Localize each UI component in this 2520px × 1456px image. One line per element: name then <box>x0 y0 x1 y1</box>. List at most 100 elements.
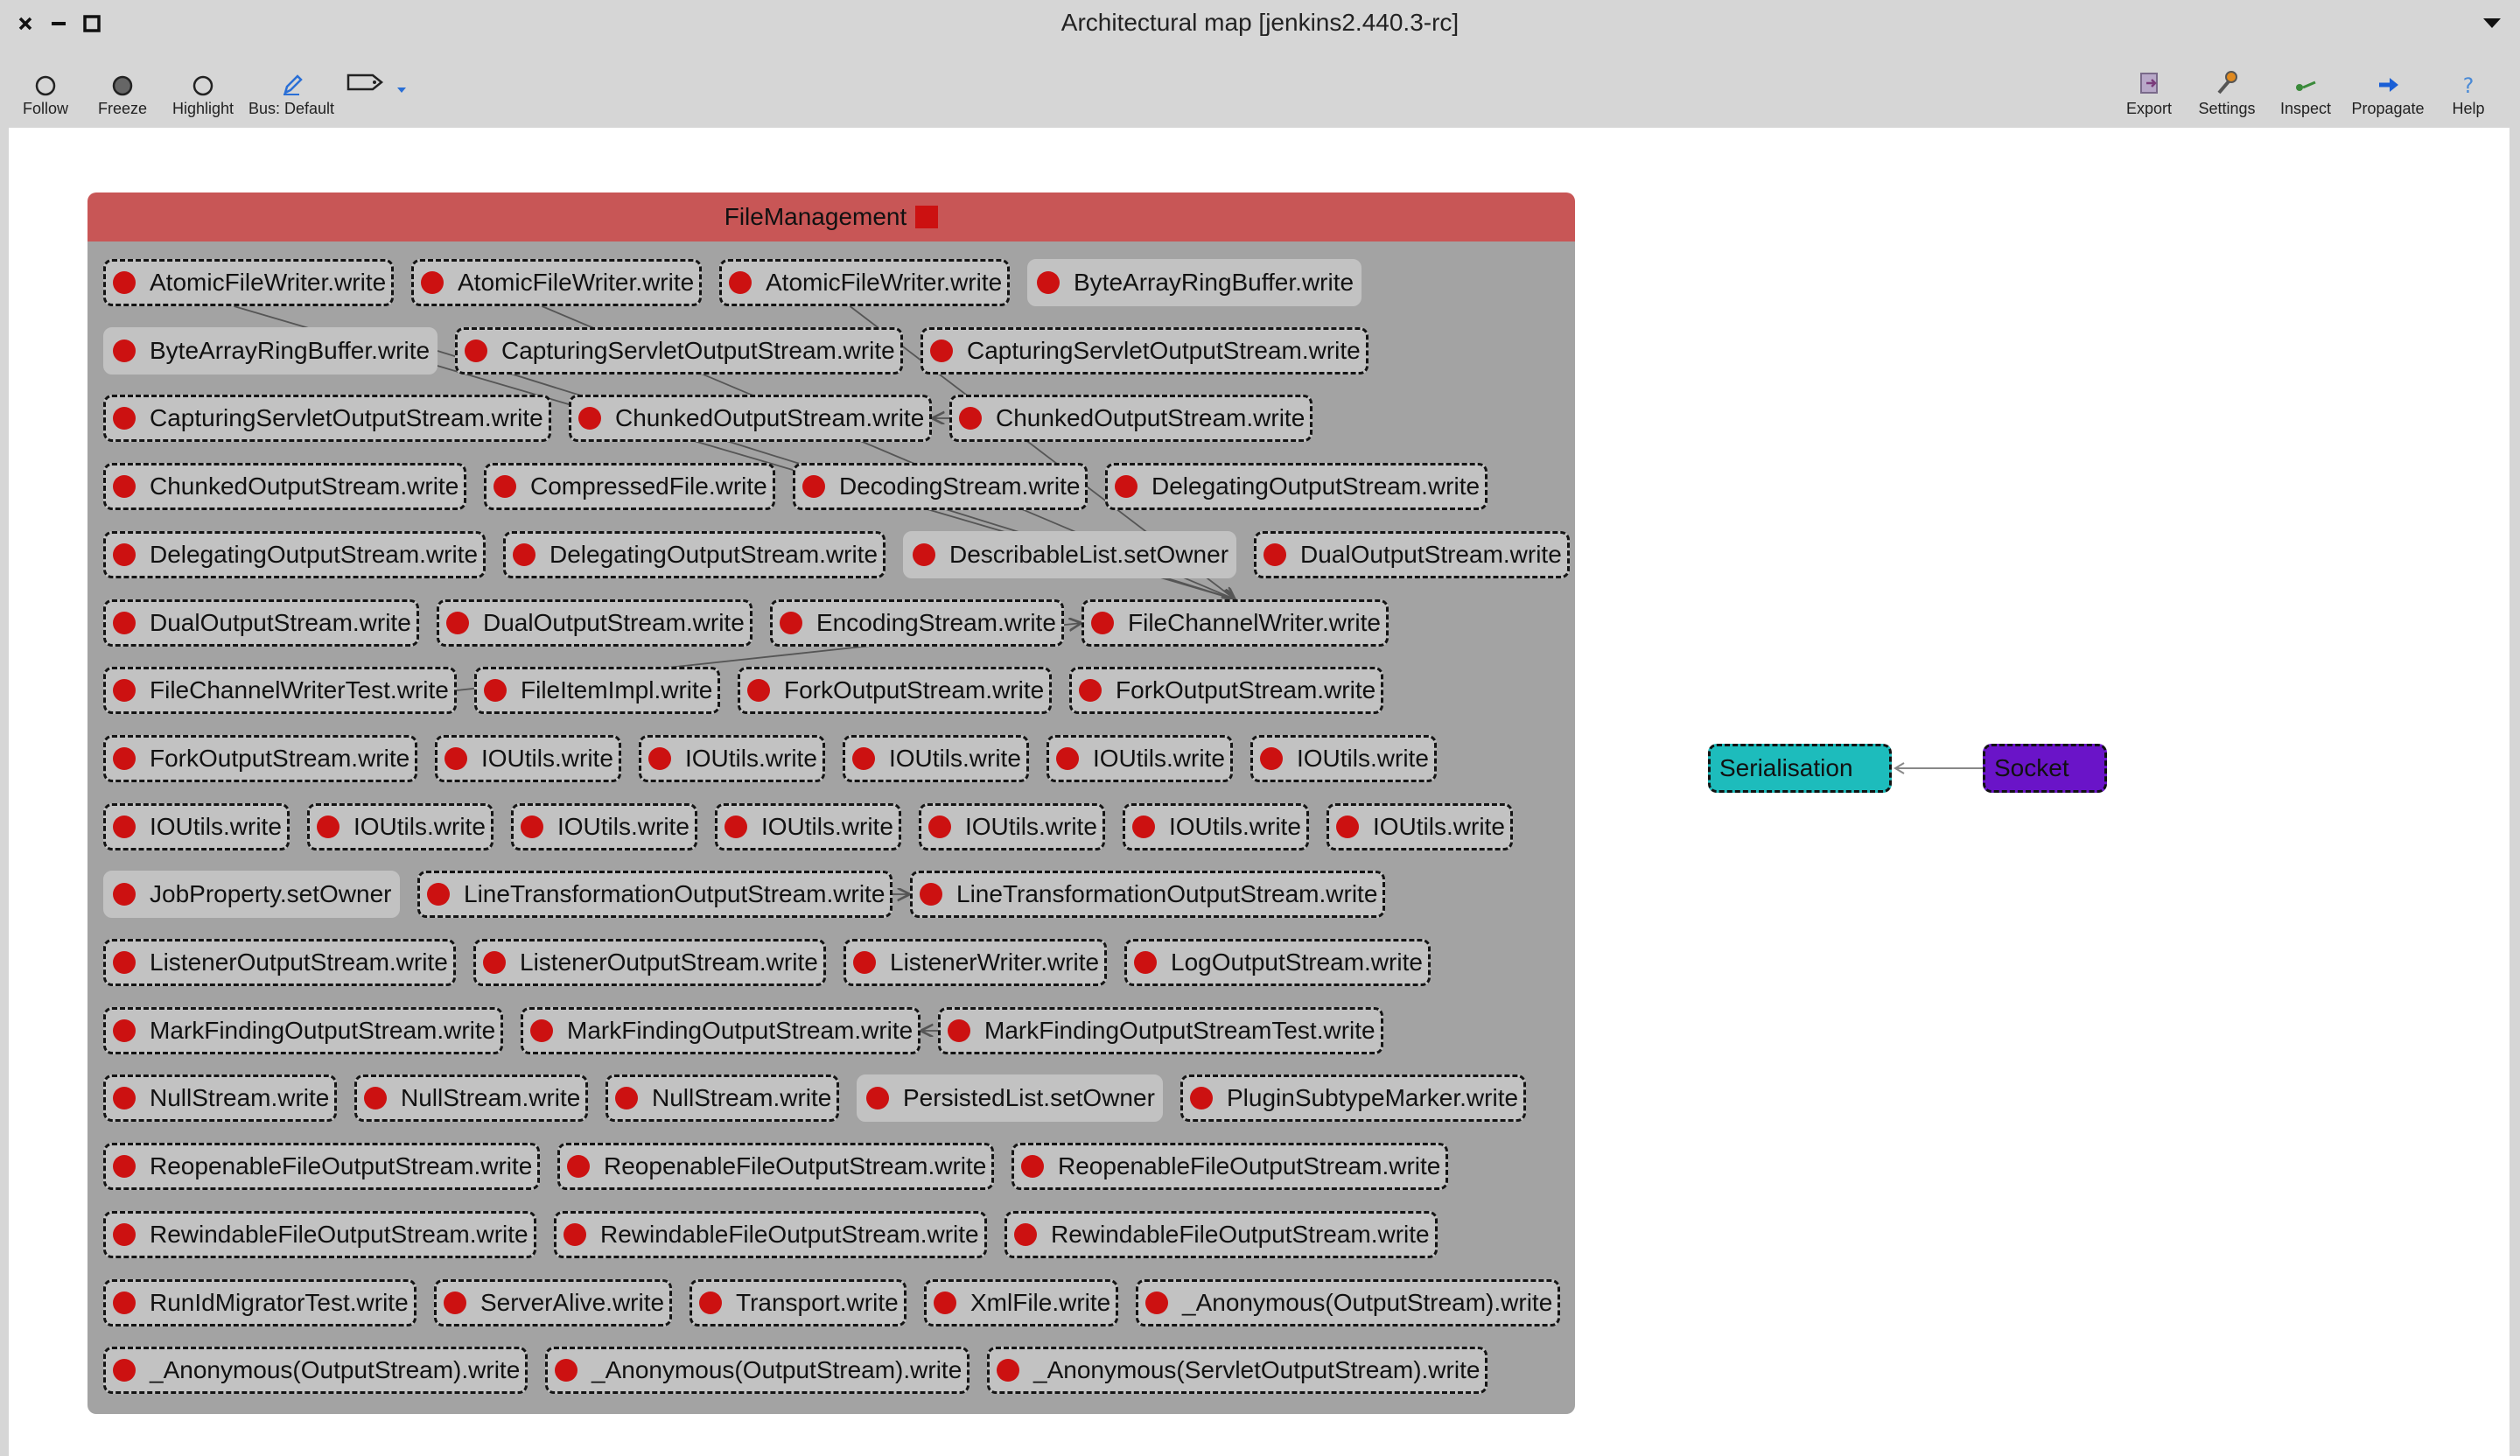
method-node[interactable]: CapturingServletOutputStream.write <box>455 327 903 374</box>
method-node[interactable]: EncodingStream.write <box>770 599 1064 647</box>
method-node[interactable]: ByteArrayRingBuffer.write <box>1027 259 1362 306</box>
method-status-dot-icon <box>802 475 825 498</box>
method-node[interactable]: ListenerWriter.write <box>844 939 1108 986</box>
method-node[interactable]: IOUtils.write <box>1046 735 1233 782</box>
method-node[interactable]: LogOutputStream.write <box>1124 939 1431 986</box>
method-node[interactable]: IOUtils.write <box>1326 803 1513 850</box>
method-node[interactable]: PersistedList.setOwner <box>857 1074 1163 1122</box>
method-node[interactable]: LineTransformationOutputStream.write <box>417 871 893 918</box>
inspect-button[interactable]: Inspect <box>2275 61 2336 124</box>
help-button[interactable]: ? Help <box>2446 61 2490 124</box>
method-node[interactable]: NullStream.write <box>103 1074 338 1122</box>
method-node[interactable]: _Anonymous(OutputStream).write <box>1136 1279 1561 1326</box>
method-node[interactable]: FileItemImpl.write <box>474 667 721 714</box>
method-node[interactable]: ReopenableFileOutputStream.write <box>1012 1143 1449 1190</box>
method-node[interactable]: DualOutputStream.write <box>437 599 752 647</box>
method-node[interactable]: NullStream.write <box>354 1074 589 1122</box>
highlight-button[interactable]: Highlight <box>170 61 236 124</box>
method-node[interactable]: PluginSubtypeMarker.write <box>1180 1074 1527 1122</box>
package-serialisation[interactable]: Serialisation <box>1708 744 1892 793</box>
method-node[interactable]: ServerAlive.write <box>434 1279 673 1326</box>
method-node[interactable]: RewindableFileOutputStream.write <box>1004 1211 1438 1258</box>
freeze-label: Freeze <box>97 100 148 117</box>
method-node[interactable]: ForkOutputStream.write <box>738 667 1053 714</box>
method-node[interactable]: FileChannelWriter.write <box>1082 599 1389 647</box>
method-node[interactable]: IOUtils.write <box>843 735 1029 782</box>
method-node[interactable]: JobProperty.setOwner <box>103 871 400 918</box>
method-status-dot-icon <box>1264 543 1286 566</box>
method-node[interactable]: MarkFindingOutputStream.write <box>103 1007 504 1054</box>
method-node-label: MarkFindingOutputStream.write <box>150 1017 496 1044</box>
settings-button[interactable]: Settings <box>2194 61 2259 124</box>
method-node[interactable]: RewindableFileOutputStream.write <box>554 1211 987 1258</box>
method-node[interactable]: DualOutputStream.write <box>1254 531 1570 578</box>
method-node[interactable]: IOUtils.write <box>715 803 901 850</box>
method-node[interactable]: MarkFindingOutputStream.write <box>521 1007 921 1054</box>
method-node[interactable]: ReopenableFileOutputStream.write <box>103 1143 541 1190</box>
method-node[interactable]: IOUtils.write <box>103 803 290 850</box>
window-menu-chevron-down-icon[interactable] <box>2482 14 2502 32</box>
method-node[interactable]: AtomicFileWriter.write <box>719 259 1011 306</box>
method-node[interactable]: IOUtils.write <box>1123 803 1309 850</box>
method-node[interactable]: _Anonymous(OutputStream).write <box>545 1347 970 1394</box>
method-node[interactable]: DelegatingOutputStream.write <box>1105 463 1488 510</box>
group-header[interactable]: FileManagement <box>88 192 1575 242</box>
method-node[interactable]: Transport.write <box>690 1279 906 1326</box>
method-status-dot-icon <box>364 1087 387 1110</box>
method-node[interactable]: ForkOutputStream.write <box>1069 667 1384 714</box>
freeze-button[interactable]: Freeze <box>94 61 150 124</box>
map-canvas[interactable]: FileManagement AtomicFileWriter.write Ato… <box>9 128 2510 1456</box>
method-node-label: DelegatingOutputStream.write <box>550 541 878 568</box>
method-node[interactable]: RewindableFileOutputStream.write <box>103 1211 536 1258</box>
method-node[interactable]: MarkFindingOutputStreamTest.write <box>938 1007 1383 1054</box>
method-node[interactable]: ListenerOutputStream.write <box>103 939 456 986</box>
method-node[interactable]: IOUtils.write <box>639 735 825 782</box>
method-node[interactable]: ForkOutputStream.write <box>103 735 418 782</box>
follow-button[interactable]: Follow <box>18 61 74 124</box>
method-node[interactable]: AtomicFileWriter.write <box>411 259 703 306</box>
method-node[interactable]: DescribableList.setOwner <box>903 531 1237 578</box>
method-node[interactable]: ChunkedOutputStream.write <box>569 395 933 442</box>
method-node[interactable]: ChunkedOutputStream.write <box>949 395 1313 442</box>
method-node[interactable]: _Anonymous(ServletOutputStream).write <box>987 1347 1488 1394</box>
method-status-dot-icon <box>1115 475 1138 498</box>
method-node[interactable]: ChunkedOutputStream.write <box>103 463 467 510</box>
propagate-button[interactable]: Propagate <box>2348 61 2427 124</box>
method-node[interactable]: CapturingServletOutputStream.write <box>920 327 1368 374</box>
method-node[interactable]: RunIdMigratorTest.write <box>103 1279 416 1326</box>
method-node[interactable]: _Anonymous(OutputStream).write <box>103 1347 528 1394</box>
method-node[interactable]: IOUtils.write <box>435 735 621 782</box>
method-node[interactable]: CapturingServletOutputStream.write <box>103 395 551 442</box>
method-node[interactable]: DualOutputStream.write <box>103 599 419 647</box>
method-status-dot-icon <box>513 543 536 566</box>
method-node-label: ForkOutputStream.write <box>1116 676 1376 704</box>
circle-outline-icon <box>35 75 56 96</box>
method-status-dot-icon <box>113 747 136 770</box>
method-node[interactable]: CompressedFile.write <box>484 463 775 510</box>
pencil-icon <box>284 74 303 95</box>
method-node[interactable]: IOUtils.write <box>919 803 1105 850</box>
method-node[interactable]: ReopenableFileOutputStream.write <box>557 1143 995 1190</box>
tag-dropdown-button[interactable] <box>343 61 416 124</box>
method-node-label: FileItemImpl.write <box>521 676 713 704</box>
method-node[interactable]: ByteArrayRingBuffer.write <box>103 327 438 374</box>
method-node[interactable]: ListenerOutputStream.write <box>473 939 826 986</box>
method-node[interactable]: NullStream.write <box>606 1074 840 1122</box>
method-status-dot-icon <box>724 816 747 838</box>
method-node[interactable]: DelegatingOutputStream.write <box>503 531 886 578</box>
method-node[interactable]: DelegatingOutputStream.write <box>103 531 486 578</box>
method-node[interactable]: AtomicFileWriter.write <box>103 259 395 306</box>
method-node[interactable]: IOUtils.write <box>511 803 697 850</box>
package-socket[interactable]: Socket <box>1983 744 2107 793</box>
bus-default-button[interactable]: Bus: Default <box>248 61 334 124</box>
settings-label: Settings <box>2198 100 2256 117</box>
method-node[interactable]: FileChannelWriterTest.write <box>103 667 457 714</box>
method-node[interactable]: IOUtils.write <box>307 803 494 850</box>
export-button[interactable]: Export <box>2121 61 2177 124</box>
method-node[interactable]: IOUtils.write <box>1250 735 1437 782</box>
circle-filled-icon <box>112 75 133 96</box>
method-node[interactable]: XmlFile.write <box>924 1279 1119 1326</box>
method-node[interactable]: LineTransformationOutputStream.write <box>910 871 1386 918</box>
method-node[interactable]: DecodingStream.write <box>793 463 1088 510</box>
svg-text:?: ? <box>2463 74 2474 96</box>
